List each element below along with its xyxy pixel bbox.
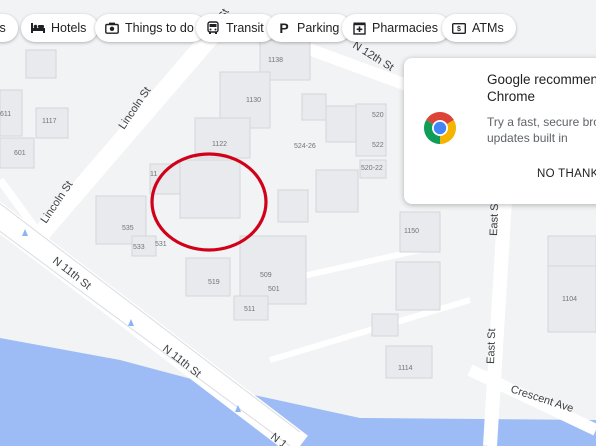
building (185, 257, 231, 297)
chip-atms[interactable]: $ ATMs (442, 14, 516, 42)
building-number: 1150 (404, 228, 419, 235)
building-number: 524-26 (294, 143, 316, 150)
street-label-east-st: East St (485, 328, 498, 364)
atm-icon: $ (452, 21, 466, 35)
no-thanks-button[interactable]: NO THANKS (537, 168, 596, 180)
building (301, 93, 327, 121)
building (315, 169, 359, 213)
building-number: 11 (150, 171, 157, 178)
promo-title: Google recommen Chrome (487, 72, 596, 104)
chip-label: ts (0, 21, 6, 35)
chip-pharmacies[interactable]: Pharmacies (342, 14, 450, 42)
building (25, 49, 57, 79)
chrome-promo-card: Google recommen Chrome Try a fast, secur… (404, 58, 596, 204)
building-number: 522 (372, 142, 384, 149)
chip-parking[interactable]: P Parking (267, 14, 352, 42)
chip-label: Parking (297, 21, 340, 35)
building (179, 159, 241, 219)
building-number: 531 (155, 241, 167, 248)
building-number: 1117 (42, 118, 57, 125)
building-number: 1104 (562, 296, 577, 303)
building (385, 345, 433, 379)
chip-label: Hotels (51, 21, 87, 35)
chrome-logo-icon (422, 110, 458, 146)
building (194, 117, 251, 159)
building-number: 511 (244, 306, 255, 313)
building (239, 235, 307, 305)
building (395, 261, 441, 311)
building-number: 509 (260, 272, 272, 279)
bed-icon (31, 21, 45, 35)
building-number: 520 (372, 112, 384, 119)
building-number: 519 (208, 279, 220, 286)
building (547, 235, 596, 267)
svg-text:$: $ (457, 26, 461, 33)
promo-body: Try a fast, secure brow updates built in (487, 115, 596, 145)
chip-label: Pharmacies (372, 21, 438, 35)
building (371, 313, 399, 337)
bus-icon (206, 21, 220, 35)
building-number: 1114 (398, 365, 413, 372)
chip-transit[interactable]: Transit (196, 14, 276, 42)
building-number: 520-22 (361, 165, 383, 172)
chip-things-to-do[interactable]: Things to do (95, 14, 206, 42)
chip-hotels[interactable]: Hotels (21, 14, 99, 42)
chip-label: Transit (226, 21, 264, 35)
pharmacy-icon (352, 21, 366, 35)
chip-label: ATMs (472, 21, 504, 35)
building-number: 535 (122, 225, 134, 232)
parking-icon: P (279, 20, 289, 36)
building-number: 601 (14, 150, 26, 157)
building-number: 1122 (212, 141, 227, 148)
building-number: 1130 (246, 97, 261, 104)
camera-icon (105, 21, 119, 35)
building-number: 611 (0, 111, 11, 118)
chip-label: Things to do (125, 21, 194, 35)
building (277, 189, 309, 223)
building-number: 533 (133, 244, 145, 251)
building-number: 1138 (268, 57, 283, 64)
street-label-east-st: East St (488, 200, 501, 236)
building-number: 501 (268, 286, 280, 293)
